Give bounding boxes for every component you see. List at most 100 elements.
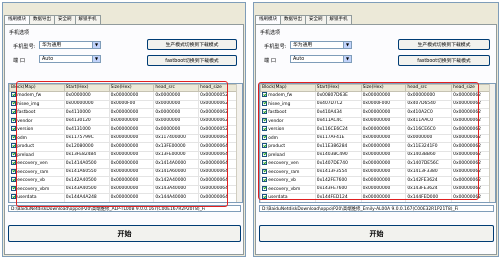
cell-block: modem_fw — [260, 91, 316, 101]
chevron-down-icon: ▼ — [92, 56, 100, 62]
cell-block: vendor — [9, 116, 65, 126]
cell-size-text: 0x00000000 — [362, 160, 391, 166]
cell-block-text: hisee_img — [17, 101, 40, 107]
table-row[interactable]: sfsfw0x145A2FF600x000000000x145A2F6000x0… — [9, 201, 242, 204]
main-panel: 手机选项 手机型号: 华为通用 ▼ 端 口 Auto ▼ 生产模式切换到下载模式… — [4, 24, 244, 255]
table-row[interactable]: fastboot 0x4110000 0x00000000 0x0000000 0x00… — [9, 108, 242, 118]
cell-head-src-text: 0x142A40000 — [155, 177, 187, 183]
row-checkbox[interactable] — [262, 168, 268, 174]
cell-size: 0x00000000 — [360, 91, 407, 101]
cell-start-text: 0x00807D63E — [316, 92, 348, 98]
cell-head-src-text: 0x0000000 — [155, 126, 181, 132]
cell-start-text: 0x117AF41E — [316, 135, 345, 141]
table-row[interactable]: userdata 0x144A4A248 0x00000000 0x144A40000… — [9, 193, 242, 202]
tab-unlock[interactable]: 解锁手机 — [74, 15, 101, 24]
cell-start: 0x4130120 — [63, 116, 110, 126]
row-checkbox[interactable] — [11, 151, 17, 157]
cell-head-src: 0x0000000 — [153, 116, 200, 126]
table-scrollbar[interactable] — [236, 84, 242, 202]
table-row[interactable]: modem_fw 0x00807D63E 0x00000000 0x00000000 0… — [260, 91, 495, 101]
table-scrollbar[interactable] — [489, 84, 495, 202]
row-checkbox[interactable] — [11, 160, 17, 166]
table-row[interactable]: userdata 0x144FED124 0x00000000 0x144FED000… — [260, 193, 495, 202]
row-checkbox[interactable] — [262, 126, 268, 132]
cell-size-text: 0x00000000 — [362, 92, 391, 98]
production-to-download-button[interactable]: 生产模式切换到下载模式 — [147, 39, 237, 50]
cell-size: 0x00000000 — [108, 108, 155, 118]
production-to-download-button[interactable]: 生产模式切换到下载模式 — [398, 39, 490, 50]
table-row[interactable]: eecovery_ven 0x1407DE740 0x00000000 0x1407D… — [260, 159, 495, 169]
row-checkbox[interactable] — [262, 100, 268, 106]
table-row[interactable]: hisee_img 0x407D7C2 0x0000F000 0x407D6540 0x… — [260, 99, 495, 109]
port-select[interactable]: Auto ▼ — [39, 55, 101, 63]
row-checkbox[interactable] — [11, 126, 17, 132]
row-checkbox[interactable] — [262, 160, 268, 166]
fastboot-to-download-button[interactable]: fastboot切换到下载模式 — [147, 55, 237, 66]
fastboot-to-download-button[interactable]: fastboot切换到下载模式 — [398, 55, 490, 66]
port-select[interactable]: Auto ▼ — [290, 55, 352, 63]
firmware-path-field[interactable]: D:\BaiduNetdiskDownload\oppo\P20\高端维修_AL… — [8, 205, 241, 212]
cell-size-text: 0x00000000 — [362, 126, 391, 132]
cell-block: product — [260, 142, 316, 152]
table-row[interactable]: modem_fw 0x0000000 0x00000000 0x0000000 0x00… — [9, 91, 242, 101]
table-row[interactable]: eecovery_vbm 0x143A40500 0x00000000 0x143A4… — [9, 184, 242, 194]
table-row[interactable]: fastboot 0x410A434 0x00000000 0x410A2C0 0x00… — [260, 108, 495, 118]
flash-tool-window-left: 线刷模块 数据导出 安全刷 解锁手机 手机选项 手机型号: 华为通用 ▼ 端 口… — [2, 2, 246, 257]
row-checkbox[interactable] — [11, 134, 17, 140]
table-row[interactable]: eecovery_vb 0x142FE7600 0x00000000 0x142FE3… — [260, 176, 495, 186]
row-checkbox[interactable] — [11, 143, 17, 149]
row-checkbox[interactable] — [262, 117, 268, 123]
row-checkbox[interactable] — [11, 177, 17, 183]
table-row[interactable]: vendor 0x411AC4C 0x00000000 0x411AAC0 0x0000… — [260, 116, 495, 126]
table-row[interactable]: odm 0x117AF41E 0x00000000 0x0000000 0x000000… — [260, 133, 495, 143]
row-checkbox[interactable] — [11, 92, 17, 98]
table-row[interactable]: odm 0x1175799C 0x00000000 0x117400000 0x0000… — [9, 133, 242, 143]
row-checkbox[interactable] — [11, 117, 17, 123]
firmware-path-field[interactable]: D:\BaiduNetdiskDownload\oppo\P20\高端维修_Em… — [259, 205, 494, 212]
row-checkbox[interactable] — [262, 109, 268, 115]
row-checkbox[interactable] — [11, 203, 16, 204]
row-checkbox[interactable] — [11, 168, 17, 174]
cell-start-text: 0x410A434 — [316, 109, 342, 115]
tab-data-export[interactable]: 数据导出 — [29, 15, 55, 24]
table-row[interactable]: vendor 0x4130120 0x00000000 0x0000000 0x0000… — [9, 116, 242, 126]
tab-unlock[interactable]: 解锁手机 — [325, 15, 352, 24]
model-select[interactable]: 华为通用 ▼ — [290, 41, 352, 49]
tab-data-export[interactable]: 数据导出 — [280, 15, 306, 24]
table-row[interactable]: eecovery_ram 0x1413F3554 0x00000000 0x1413F… — [260, 167, 495, 177]
cell-start-text: 0x411AC4C — [316, 118, 343, 124]
cell-start: 0x410A434 — [314, 108, 362, 118]
row-checkbox[interactable] — [11, 185, 17, 191]
start-button[interactable]: 开始 — [259, 225, 494, 242]
tab-safe-flash[interactable]: 安全刷 — [305, 15, 327, 24]
row-checkbox[interactable] — [11, 109, 17, 115]
cell-head-src: 0x1403BB60 — [405, 150, 453, 160]
table-row[interactable]: eecovery_ram 0x141A60550 0x00000000 0x141A6… — [9, 167, 242, 177]
table-row[interactable]: eecovery_ven 0x1414A0500 0x00000000 0x1414A… — [9, 159, 242, 169]
table-row[interactable]: version 0x4131000 0x00000000 0x0000000 0x000… — [9, 125, 242, 135]
table-row[interactable]: sfsfw0x144FED1240x000000000x144FED0000x0… — [260, 201, 495, 204]
start-button[interactable]: 开始 — [8, 225, 241, 242]
table-row[interactable]: eecovery_vbm 0x143FE7600 0x00000000 0x143FE… — [260, 184, 495, 194]
row-checkbox[interactable] — [262, 92, 268, 98]
table-row[interactable]: version 0x116CE6C24 0x00000000 0x116CE6C0 0x… — [260, 125, 495, 135]
cell-size-text: 0x0000F00 — [110, 101, 136, 107]
table-row[interactable]: hisee_img 0x00000000 0x0000F00 0x0000000 0x0… — [9, 99, 242, 109]
row-checkbox[interactable] — [262, 134, 268, 140]
row-checkbox[interactable] — [11, 194, 17, 200]
row-checkbox[interactable] — [262, 177, 268, 183]
table-row[interactable]: eecovery_vb 0x142A40500 0x00000000 0x142A40… — [9, 176, 242, 186]
row-checkbox[interactable] — [262, 203, 267, 204]
model-select[interactable]: 华为通用 ▼ — [39, 41, 101, 49]
row-checkbox[interactable] — [262, 185, 268, 191]
row-checkbox[interactable] — [262, 143, 268, 149]
table-row[interactable]: product 0x12080000 0x00000000 0x13FE00000 0x… — [9, 142, 242, 152]
row-checkbox[interactable] — [11, 100, 17, 106]
row-checkbox[interactable] — [262, 194, 268, 200]
table-row[interactable]: preload 0x1403BC490 0x00000000 0x1403BB60 0x… — [260, 150, 495, 160]
table-row[interactable]: preload 0x13FE82484 0x00000000 0x13FE00000 0… — [9, 150, 242, 160]
cell-start: 0x142A40500 — [63, 176, 110, 186]
row-checkbox[interactable] — [262, 151, 268, 157]
table-row[interactable]: product 0x11E386284 0x00000000 0x11E3241F0 0… — [260, 142, 495, 152]
tab-safe-flash[interactable]: 安全刷 — [54, 15, 76, 24]
